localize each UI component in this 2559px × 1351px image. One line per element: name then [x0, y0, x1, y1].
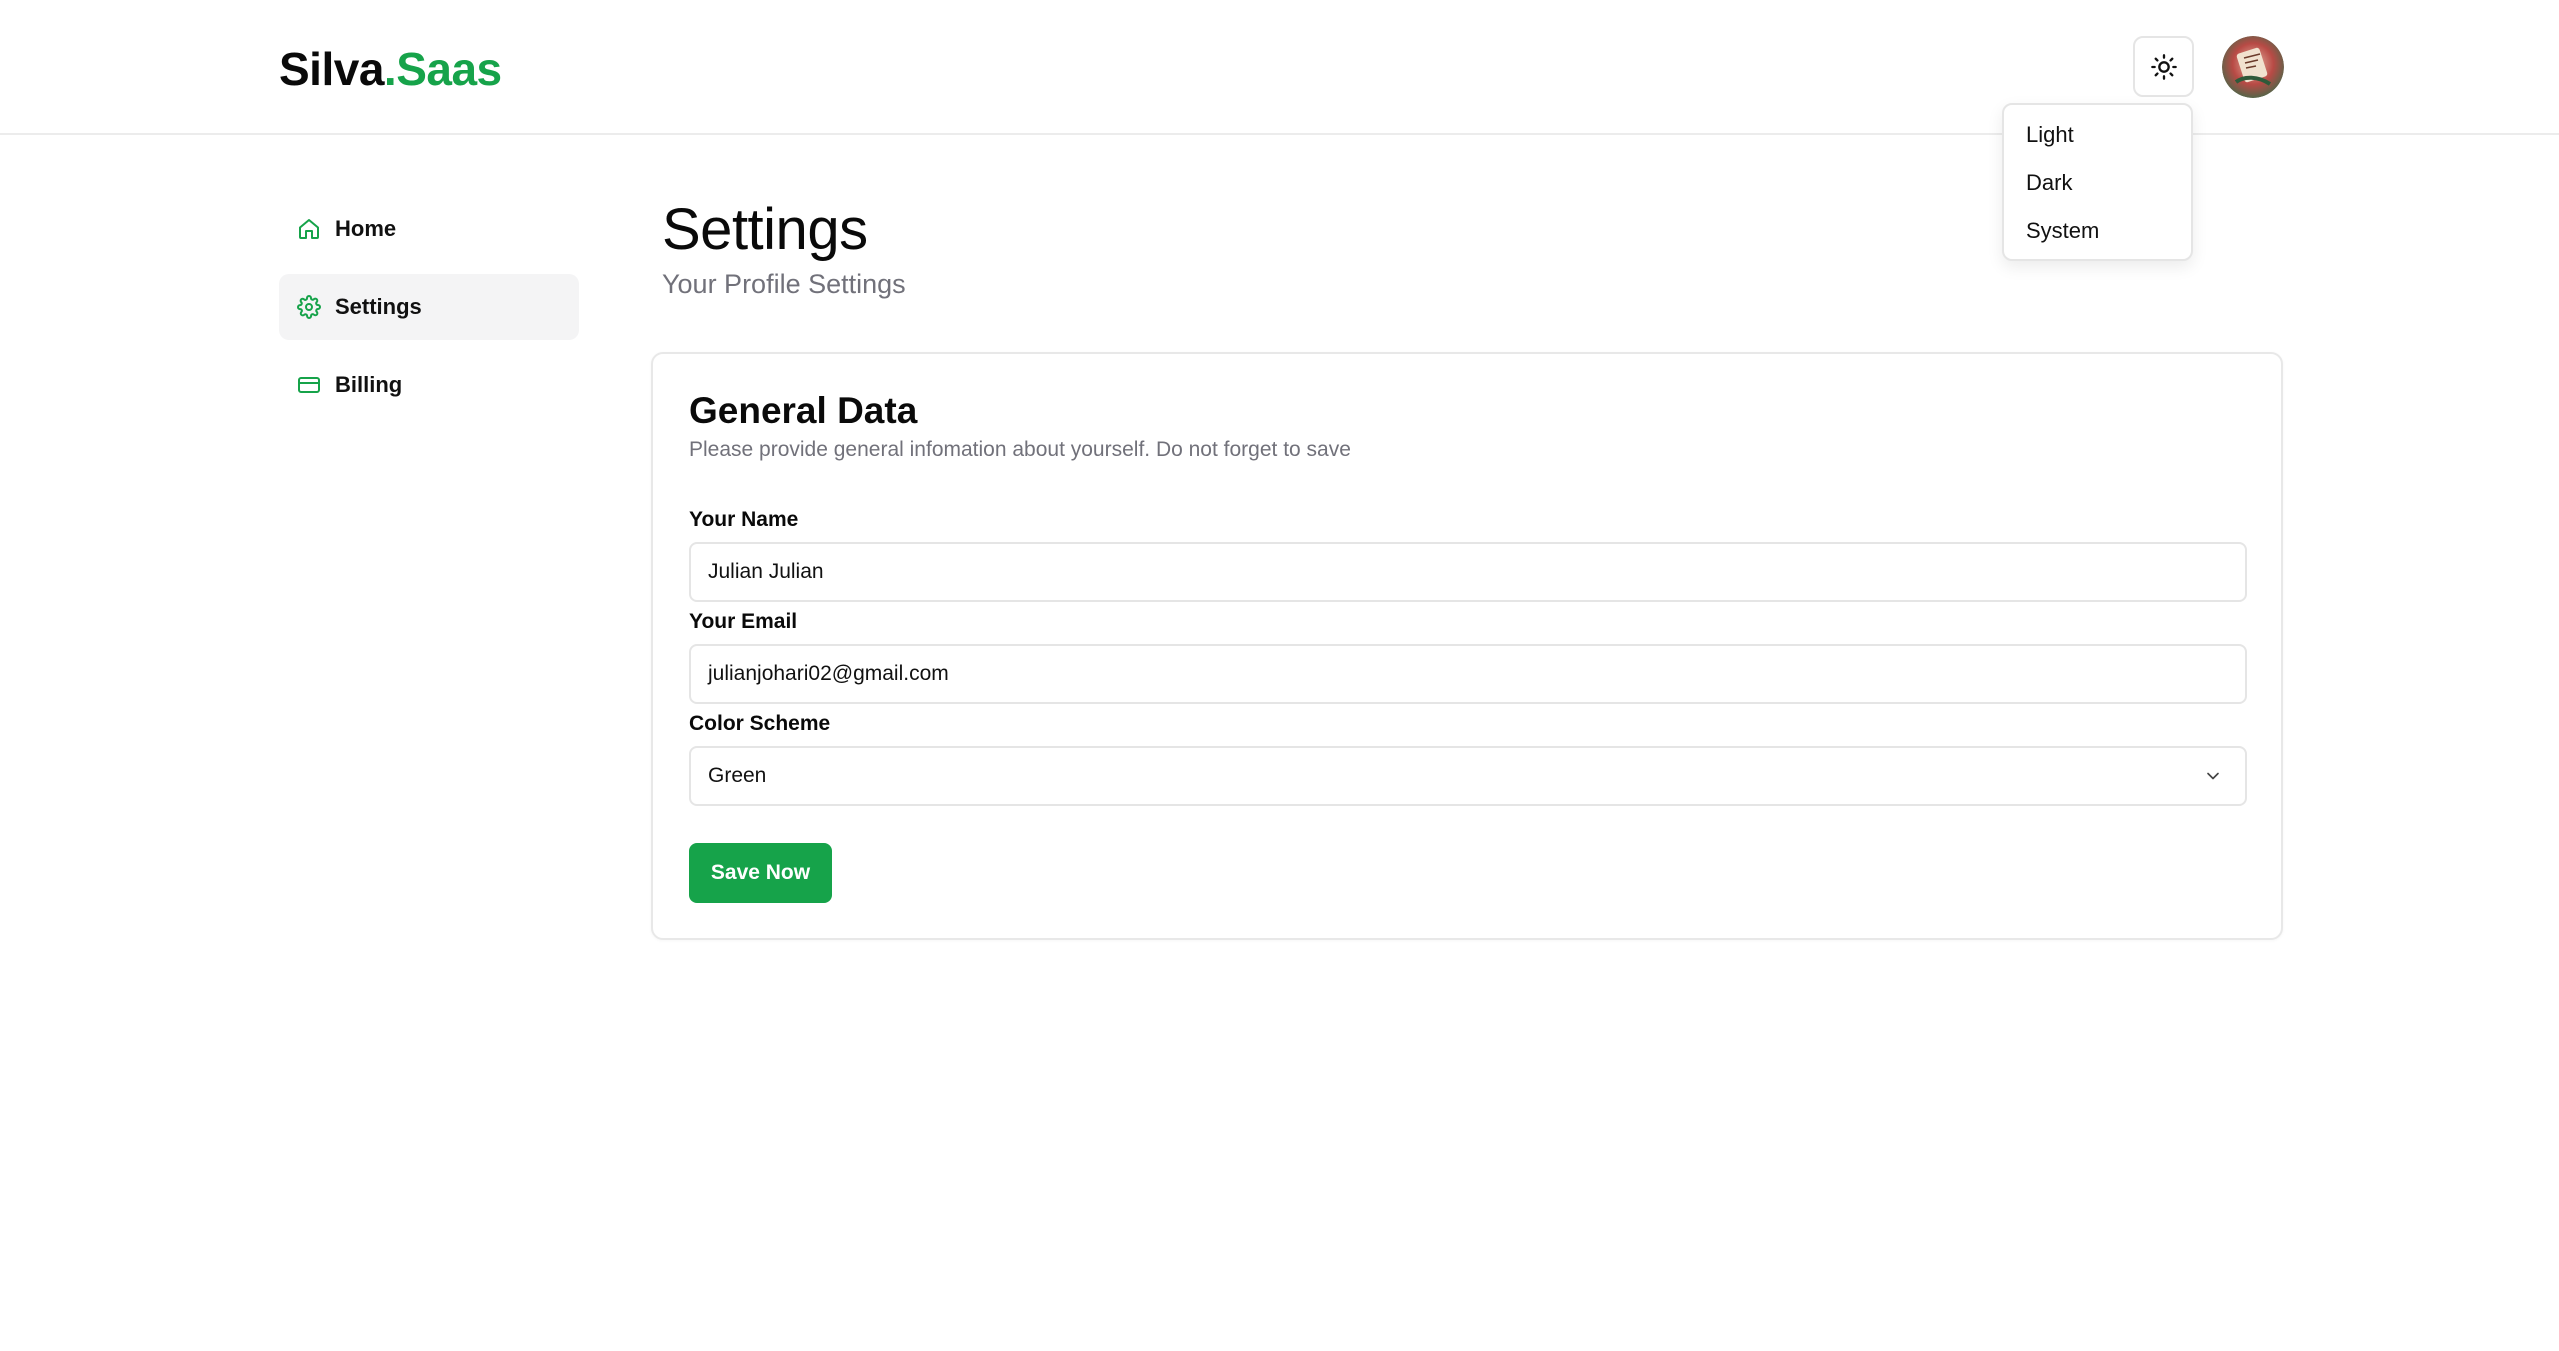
credit-card-icon	[297, 372, 323, 398]
avatar-image	[2222, 36, 2284, 98]
theme-option-dark[interactable]: Dark	[2010, 159, 2185, 207]
logo-primary-text: Silva	[279, 43, 384, 95]
name-input[interactable]: Julian Julian	[689, 542, 2247, 602]
logo-accent-text: .Saas	[383, 43, 502, 95]
sidebar-item-label: Settings	[335, 294, 422, 319]
card-title: General Data	[689, 390, 918, 431]
brand-logo[interactable]: Silva.Saas	[279, 42, 502, 96]
email-label: Your Email	[689, 610, 798, 633]
page-title: Settings	[662, 197, 868, 262]
name-input-value: Julian Julian	[708, 560, 824, 583]
sun-icon	[2150, 53, 2177, 80]
color-scheme-select[interactable]: Green	[689, 746, 2247, 806]
name-label: Your Name	[689, 508, 799, 531]
sidebar-item-settings[interactable]: Settings	[279, 274, 579, 340]
sidebar-nav: Home Settings Billing	[279, 196, 579, 430]
theme-toggle-button[interactable]	[2133, 36, 2194, 97]
theme-dropdown-menu: Light Dark System	[2002, 103, 2193, 261]
email-input-value: julianjohari02@gmail.com	[708, 662, 949, 685]
card-description: Please provide general infomation about …	[689, 438, 1351, 461]
sidebar-item-billing[interactable]: Billing	[279, 352, 579, 418]
sidebar-item-label: Billing	[335, 372, 403, 397]
user-avatar[interactable]	[2222, 36, 2284, 98]
sidebar-item-home[interactable]: Home	[279, 196, 579, 262]
save-now-button[interactable]: Save Now	[689, 843, 832, 903]
theme-option-light[interactable]: Light	[2010, 111, 2185, 159]
page-subtitle: Your Profile Settings	[662, 269, 906, 299]
chevron-down-icon	[2207, 772, 2219, 780]
gear-icon	[297, 294, 323, 320]
sidebar-item-label: Home	[335, 216, 397, 241]
theme-option-system[interactable]: System	[2010, 207, 2185, 255]
home-icon	[297, 216, 323, 242]
email-input[interactable]: julianjohari02@gmail.com	[689, 644, 2247, 704]
color-scheme-label: Color Scheme	[689, 712, 831, 735]
general-data-card: General Data Please provide general info…	[651, 352, 2283, 940]
color-scheme-value: Green	[708, 764, 767, 787]
